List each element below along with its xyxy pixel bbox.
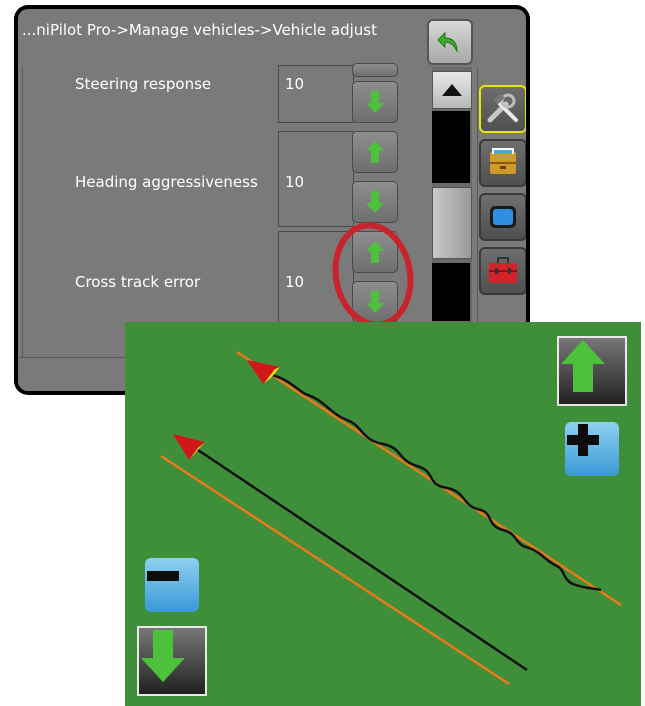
green-up-arrow-icon [366, 141, 384, 163]
tools-icon [487, 93, 518, 123]
steering-response-down-button[interactable] [352, 81, 398, 123]
tools-tab[interactable] [479, 85, 526, 133]
toolbox-tab[interactable] [479, 247, 526, 295]
scroll-track-lower [432, 263, 470, 321]
config-tab[interactable] [479, 139, 526, 187]
green-down-arrow-icon [366, 191, 384, 213]
decrease-arrow-button[interactable] [137, 626, 207, 696]
heading-aggressiveness-label: Heading aggressiveness [75, 173, 258, 191]
scroll-up-button[interactable] [432, 71, 472, 109]
green-up-arrow-icon [561, 340, 605, 392]
vehicle-marker-lower [173, 434, 205, 460]
green-down-arrow-icon [366, 91, 384, 113]
breadcrumb: ...niPilot Pro->Manage vehicles->Vehicle… [22, 21, 377, 39]
back-arrow-icon [437, 31, 458, 53]
toolbox-icon [489, 257, 517, 283]
back-button[interactable] [427, 19, 473, 65]
cross-track-error-value: 10 [285, 273, 305, 291]
increase-arrow-button[interactable] [557, 336, 627, 406]
guide-line-lower [160, 454, 510, 686]
green-down-arrow-icon [141, 630, 185, 682]
triangle-up-icon [442, 84, 462, 96]
vehicle-path-lower [182, 438, 528, 672]
steering-response-value-box[interactable] [278, 65, 354, 123]
display-tab[interactable] [479, 193, 526, 241]
drawer-icon [490, 148, 516, 174]
steering-response-value: 10 [285, 75, 305, 93]
highlight-circle [332, 222, 414, 328]
minus-button[interactable] [145, 558, 199, 612]
cross-track-error-label: Cross track error [75, 273, 201, 291]
settings-list: Steering response 10 Heading aggressiven… [22, 63, 478, 358]
scroll-thumb[interactable] [432, 187, 472, 259]
scroll-track [432, 111, 470, 183]
minus-icon [147, 571, 179, 581]
vehicle-marker-upper [247, 360, 280, 384]
plus-button[interactable] [565, 422, 619, 476]
steering-response-up-button[interactable] [352, 63, 398, 77]
guidance-map [125, 322, 641, 706]
heading-aggressiveness-up-button[interactable] [352, 131, 398, 173]
plus-icon [567, 424, 599, 456]
heading-aggressiveness-value: 10 [285, 173, 305, 191]
scrollbar[interactable] [432, 67, 472, 357]
steering-response-label: Steering response [75, 75, 212, 93]
monitor-icon [490, 206, 516, 228]
